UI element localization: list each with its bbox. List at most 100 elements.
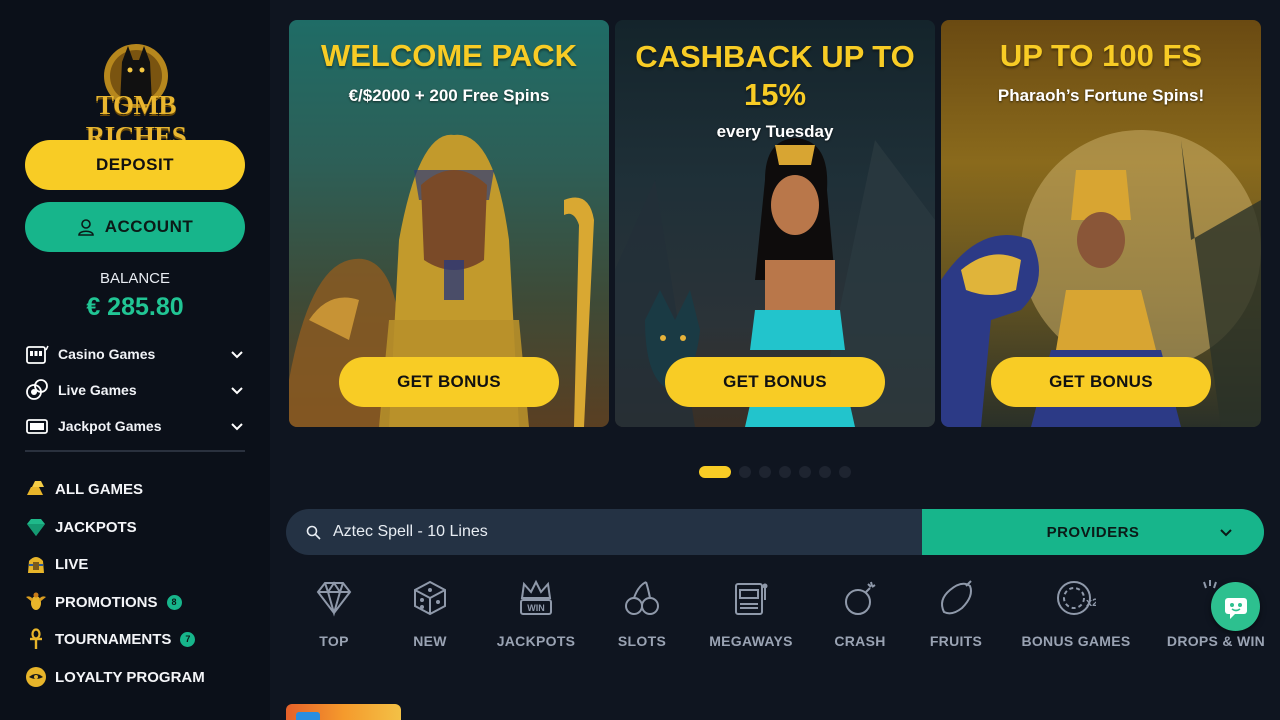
lemon-icon	[934, 576, 978, 620]
ankh-icon	[25, 628, 47, 650]
cherries-icon	[620, 576, 664, 620]
account-button[interactable]: ACCOUNT	[25, 202, 245, 252]
nav-label: LIVE	[55, 555, 89, 573]
game-thumbnail-art	[296, 712, 320, 720]
banner-title-line2: 15%	[743, 77, 807, 112]
game-search-bar: Aztec Spell - 10 Lines PROVIDERS	[286, 509, 1264, 555]
game-category-new[interactable]: NEW	[408, 576, 452, 656]
category-label: FRUITS	[929, 633, 983, 649]
nav-label: PROMOTIONS	[55, 593, 158, 611]
banner-title: WELCOME PACK	[320, 38, 578, 73]
slot-machine-icon	[729, 576, 773, 620]
chevron-down-icon	[1220, 529, 1232, 537]
nav-loyalty-program[interactable]: LOYALTY PROGRAM	[25, 664, 255, 690]
promotions-badge: 8	[166, 594, 182, 610]
scarab-icon	[25, 591, 47, 613]
banner-title: UP TO 100 FS	[999, 38, 1203, 73]
user-icon	[77, 219, 94, 236]
tournaments-badge: 7	[180, 631, 196, 647]
chevron-down-icon[interactable]	[229, 418, 245, 434]
dice-icon	[408, 576, 452, 620]
providers-label: PROVIDERS	[1046, 523, 1140, 541]
game-category-bonus-games[interactable]: x2 BONUS GAMES	[1021, 576, 1131, 656]
balance-value: € 285.80	[86, 293, 184, 321]
poker-chips-icon	[25, 378, 49, 402]
chevron-down-icon[interactable]	[229, 382, 245, 398]
deposit-button[interactable]: DEPOSIT	[25, 140, 245, 190]
game-thumbnail[interactable]	[286, 704, 401, 720]
chevron-down-icon[interactable]	[229, 346, 245, 362]
carousel-dot[interactable]	[699, 466, 731, 478]
diamond-icon	[312, 576, 356, 620]
nav-live[interactable]: LIVE	[25, 551, 255, 577]
nav-tournaments[interactable]: TOURNAMENTS 7	[25, 626, 255, 652]
bomb-icon	[838, 576, 882, 620]
balance-label: BALANCE	[99, 270, 171, 287]
live-chat-button[interactable]	[1211, 582, 1260, 631]
nav-promotions[interactable]: PROMOTIONS 8	[25, 589, 255, 615]
category-label: JACKPOTS	[496, 633, 576, 649]
nav-label: TOURNAMENTS	[55, 630, 172, 648]
chat-bot-icon	[1224, 597, 1247, 619]
carousel-dot[interactable]	[839, 466, 851, 478]
nav-all-games[interactable]: ALL GAMES	[25, 476, 255, 502]
gem-icon	[25, 516, 47, 538]
sidebar: TOMB RICHES DEPOSIT ACCOUNT BALANCE € 28…	[0, 0, 270, 720]
crown-win-icon: WIN	[514, 576, 558, 620]
game-category-jackpots[interactable]: WIN JACKPOTS	[496, 576, 576, 656]
jackpot-icon	[25, 414, 49, 438]
providers-dropdown[interactable]: PROVIDERS	[922, 509, 1264, 555]
nav-label: JACKPOTS	[55, 518, 137, 536]
category-label: DROPS & WIN	[1166, 633, 1266, 649]
search-value: Aztec Spell - 10 Lines	[333, 523, 488, 540]
svg-text:WIN: WIN	[527, 603, 545, 613]
get-bonus-button[interactable]: GET BONUS	[339, 357, 559, 407]
gold-bars-icon	[25, 478, 47, 500]
category-jackpot-games[interactable]: Jackpot Games	[25, 413, 245, 439]
game-category-crash[interactable]: CRASH	[833, 576, 887, 656]
nav-label: ALL GAMES	[55, 480, 144, 498]
category-label: TOP	[319, 633, 349, 649]
get-bonus-button[interactable]: GET BONUS	[991, 357, 1211, 407]
get-bonus-button[interactable]: GET BONUS	[665, 357, 885, 407]
tomb-riches-logo[interactable]: TOMB RICHES	[56, 42, 216, 151]
carousel-dot[interactable]	[739, 466, 751, 478]
carousel-dot[interactable]	[799, 466, 811, 478]
search-input[interactable]: Aztec Spell - 10 Lines	[286, 509, 922, 555]
slot-machine-icon	[25, 342, 49, 366]
carousel-dots	[699, 466, 851, 478]
game-category-slots[interactable]: SLOTS	[617, 576, 667, 656]
carousel-dot[interactable]	[779, 466, 791, 478]
category-label: Live Games	[58, 382, 137, 398]
category-label: MEGAWAYS	[709, 633, 793, 649]
category-live-games[interactable]: Live Games	[25, 377, 245, 403]
category-label: BONUS GAMES	[1021, 633, 1131, 649]
game-category-top[interactable]: TOP	[312, 576, 356, 656]
game-category-fruits[interactable]: FRUITS	[929, 576, 983, 656]
eye-of-horus-icon	[25, 666, 47, 688]
carousel-dot[interactable]	[819, 466, 831, 478]
category-label: Casino Games	[58, 346, 156, 362]
category-label: CRASH	[834, 633, 886, 649]
category-label: SLOTS	[617, 633, 667, 649]
x2-chip-icon: x2	[1054, 576, 1098, 620]
category-label: Jackpot Games	[58, 418, 162, 434]
nav-label: LOYALTY PROGRAM	[55, 668, 205, 686]
game-category-megaways[interactable]: MEGAWAYS	[709, 576, 793, 656]
banner-free-spins[interactable]: UP TO 100 FS Pharaoh’s Fortune Spins! GE…	[941, 20, 1261, 427]
banner-subtitle: Pharaoh’s Fortune Spins!	[997, 86, 1205, 105]
carousel-dot[interactable]	[759, 466, 771, 478]
category-label: NEW	[413, 633, 447, 649]
svg-text:x2: x2	[1086, 597, 1096, 609]
account-label: ACCOUNT	[104, 217, 194, 236]
pharaoh-mask-icon	[25, 553, 47, 575]
sidebar-divider	[25, 450, 245, 452]
banner-title-line1: CASHBACK UP TO	[635, 39, 915, 74]
search-icon	[306, 525, 321, 540]
banner-subtitle: €/$2000 + 200 Free Spins	[348, 86, 550, 105]
banner-cashback[interactable]: CASHBACK UP TO 15% every Tuesday GET BON…	[615, 20, 935, 427]
category-casino-games[interactable]: Casino Games	[25, 341, 245, 367]
banner-welcome-pack[interactable]: WELCOME PACK €/$2000 + 200 Free Spins GE…	[289, 20, 609, 427]
nav-jackpots[interactable]: JACKPOTS	[25, 514, 255, 540]
banner-subtitle: every Tuesday	[716, 122, 834, 141]
